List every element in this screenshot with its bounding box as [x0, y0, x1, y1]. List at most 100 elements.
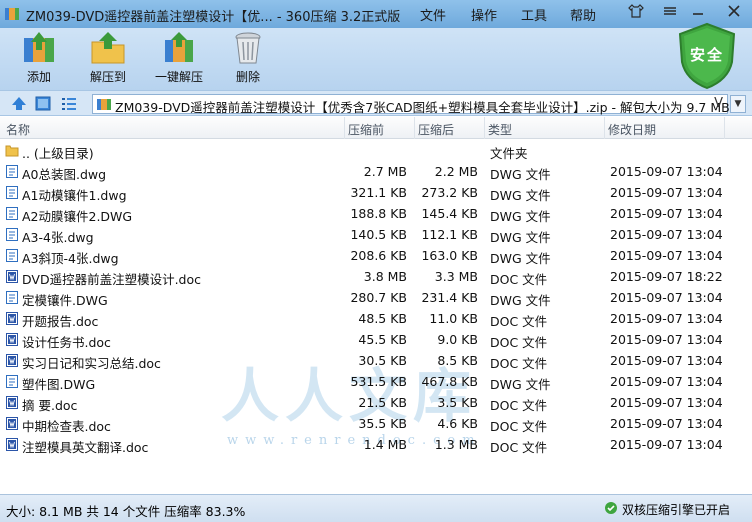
status-bar: 大小: 8.1 MB 共 14 个文件 压缩率 83.3% 双核压缩引擎已开启: [0, 494, 752, 522]
address-bar: ZM039-DVD遥控器前盖注塑模设计【优秀含7张CAD图纸+塑料模具全套毕业设…: [0, 90, 752, 116]
column-divider: [414, 117, 415, 139]
menu-options-icon[interactable]: [660, 4, 680, 22]
add-button[interactable]: 添加: [4, 30, 74, 88]
file-row[interactable]: 实习日记和实习总结.doc 30.5 KB 8.5 KB DOC 文件 2015-09-…: [0, 350, 752, 371]
col-size[interactable]: 压缩前: [348, 121, 384, 138]
minimize-icon[interactable]: [688, 4, 708, 22]
file-row[interactable]: 摘 要.doc 21.5 KB 3.5 KB DOC 文件 2015-09-07 13:…: [0, 392, 752, 413]
delete-button[interactable]: 删除: [213, 30, 283, 88]
file-row[interactable]: 塑件图.DWG 531.5 KB 467.8 KB DWG 文件 2015-09-07 …: [0, 371, 752, 392]
column-divider: [724, 117, 725, 139]
file-row[interactable]: A2动膜镶件2.DWG 188.8 KB 145.4 KB DWG 文件 2015-09…: [0, 203, 752, 224]
file-name: 塑件图.DWG: [22, 377, 96, 392]
file-row[interactable]: A3斜顶-4张.dwg 208.6 KB 163.0 KB DWG 文件 2015-09…: [0, 245, 752, 266]
file-row[interactable]: DVD遥控器前盖注塑模设计.doc 3.8 MB 3.3 MB DOC 文件 2015-…: [0, 266, 752, 287]
one-click-extract-button[interactable]: 一键解压: [144, 30, 214, 88]
col-date[interactable]: 修改日期: [608, 121, 656, 138]
col-name[interactable]: 名称: [6, 121, 30, 138]
file-type: DWG 文件: [490, 230, 551, 245]
file-row[interactable]: A3-4张.dwg 140.5 KB 112.1 KB DWG 文件 2015-09-0…: [0, 224, 752, 245]
file-packed-size: 112.1 KB: [421, 227, 478, 242]
file-packed-size: 145.4 KB: [421, 206, 478, 221]
file-packed-size: 1.3 MB: [434, 437, 478, 452]
menu-operation[interactable]: 操作: [471, 5, 497, 24]
file-row[interactable]: 设计任务书.doc 45.5 KB 9.0 KB DOC 文件 2015-09-07 1…: [0, 329, 752, 350]
file-size: 140.5 KB: [350, 227, 407, 242]
file-size: 48.5 KB: [358, 311, 407, 326]
column-header: 名称 压缩前 压缩后 类型 修改日期: [0, 117, 752, 139]
window-title: ZM039-DVD遥控器前盖注塑模设计【优... - 360压缩 3.2正式版: [26, 10, 401, 25]
col-type[interactable]: 类型: [488, 121, 512, 138]
archive-icon: [97, 99, 111, 110]
file-row[interactable]: A1动模镶件1.dwg 321.1 KB 273.2 KB DWG 文件 2015-09…: [0, 182, 752, 203]
path-chevron-icon[interactable]: V: [714, 96, 723, 111]
file-packed-size: 2.2 MB: [434, 164, 478, 179]
file-type: DWG 文件: [490, 293, 551, 308]
file-date: 2015-09-07 13:04: [610, 227, 723, 242]
file-packed-size: 8.5 KB: [437, 353, 478, 368]
file-name: 中期检查表.doc: [22, 419, 111, 434]
file-type: DWG 文件: [490, 251, 551, 266]
col-packed[interactable]: 压缩后: [418, 121, 454, 138]
file-date: 2015-09-07 13:04: [610, 437, 723, 452]
file-packed-size: 273.2 KB: [421, 185, 478, 200]
extract-to-label: 解压到: [89, 70, 126, 84]
column-divider: [604, 117, 605, 139]
file-type: DOC 文件: [490, 335, 548, 350]
file-row[interactable]: 定模镶件.DWG 280.7 KB 231.4 KB DWG 文件 2015-09-07…: [0, 287, 752, 308]
file-name: DVD遥控器前盖注塑模设计.doc: [22, 272, 202, 287]
doc-file-icon: [6, 438, 18, 451]
large-icon-view-icon[interactable]: [34, 95, 52, 112]
menu-tools[interactable]: 工具: [521, 5, 547, 24]
up-arrow-icon[interactable]: [10, 95, 28, 112]
file-list: 人人文库 www.renrendoc.com .. (上级目录) 文件夹 A0总装图…: [0, 139, 752, 492]
file-date: 2015-09-07 13:04: [610, 290, 723, 305]
file-row[interactable]: .. (上级目录) 文件夹: [0, 140, 752, 161]
menu-file[interactable]: 文件: [420, 5, 446, 24]
file-name: 实习日记和实习总结.doc: [22, 356, 161, 371]
file-packed-size: 4.6 KB: [437, 416, 478, 431]
status-summary: 大小: 8.1 MB 共 14 个文件 压缩率 83.3%: [6, 504, 246, 519]
dwg-file-icon: [6, 165, 18, 178]
file-name: A3斜顶-4张.dwg: [22, 251, 119, 266]
file-type: DWG 文件: [490, 377, 551, 392]
file-size: 280.7 KB: [350, 290, 407, 305]
menu-help[interactable]: 帮助: [570, 5, 596, 24]
file-date: 2015-09-07 13:04: [610, 206, 723, 221]
extract-to-button[interactable]: 解压到: [73, 30, 143, 88]
file-name: A2动膜镶件2.DWG: [22, 209, 133, 224]
security-badge[interactable]: 安全: [676, 22, 738, 90]
dwg-file-icon: [6, 375, 18, 388]
file-type: 文件夹: [490, 146, 528, 161]
file-name: A3-4张.dwg: [22, 230, 94, 245]
engine-status[interactable]: 双核压缩引擎已开启: [622, 501, 730, 518]
file-row[interactable]: 中期检查表.doc 35.5 KB 4.6 KB DOC 文件 2015-09-07 1…: [0, 413, 752, 434]
path-dropdown-button[interactable]: ▼: [730, 95, 746, 113]
file-packed-size: 3.3 MB: [434, 269, 478, 284]
file-packed-size: 3.5 KB: [437, 395, 478, 410]
column-divider: [484, 117, 485, 139]
detail-list-view-icon[interactable]: [60, 95, 78, 112]
file-type: DWG 文件: [490, 167, 551, 182]
file-row[interactable]: 注塑模具英文翻译.doc 1.4 MB 1.3 MB DOC 文件 2015-09-07…: [0, 434, 752, 455]
file-date: 2015-09-07 18:22: [610, 269, 723, 284]
title-bar: ZM039-DVD遥控器前盖注塑模设计【优... - 360压缩 3.2正式版 …: [0, 0, 752, 28]
one-click-extract-icon: [165, 32, 193, 62]
file-type: DOC 文件: [490, 314, 548, 329]
file-name: .. (上级目录): [22, 146, 94, 161]
file-date: 2015-09-07 13:04: [610, 395, 723, 410]
file-row[interactable]: 开题报告.doc 48.5 KB 11.0 KB DOC 文件 2015-09-07 1…: [0, 308, 752, 329]
file-size: 208.6 KB: [350, 248, 407, 263]
file-row[interactable]: A0总装图.dwg 2.7 MB 2.2 MB DWG 文件 2015-09-07 13…: [0, 161, 752, 182]
close-icon[interactable]: [724, 4, 744, 22]
file-date: 2015-09-07 13:04: [610, 185, 723, 200]
path-field[interactable]: ZM039-DVD遥控器前盖注塑模设计【优秀含7张CAD图纸+塑料模具全套毕业设…: [92, 94, 730, 115]
file-date: 2015-09-07 13:04: [610, 311, 723, 326]
file-packed-size: 163.0 KB: [421, 248, 478, 263]
skin-icon[interactable]: [626, 4, 646, 22]
file-name: 开题报告.doc: [22, 314, 99, 329]
one-click-extract-label: 一键解压: [154, 70, 203, 84]
dual-core-engine-icon: [605, 502, 617, 514]
doc-file-icon: [6, 417, 18, 430]
toolbar: 添加 解压到 一键解压 删除: [0, 28, 752, 90]
